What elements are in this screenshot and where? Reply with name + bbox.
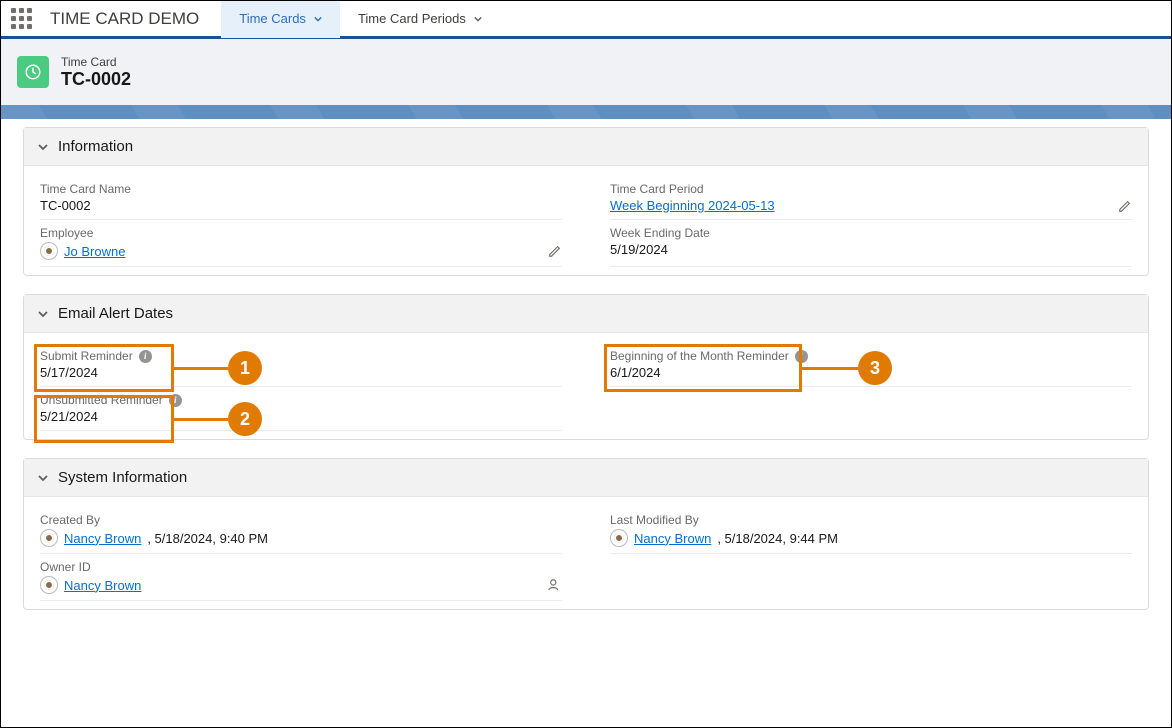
section-header-information[interactable]: Information — [24, 128, 1148, 166]
pencil-icon[interactable] — [1118, 199, 1132, 213]
section-system-information: System Information Created By Nancy Brow… — [23, 458, 1149, 610]
tab-time-card-periods[interactable]: Time Card Periods — [340, 0, 500, 38]
field-value: 5/17/2024 — [40, 365, 98, 380]
section-email-alert-dates: Email Alert Dates Submit Reminder i 5/17… — [23, 294, 1149, 440]
avatar — [610, 529, 628, 547]
field-value: 5/21/2024 — [40, 409, 98, 424]
avatar — [40, 242, 58, 260]
tab-time-cards[interactable]: Time Cards — [221, 0, 340, 38]
chevron-down-icon — [38, 473, 48, 483]
change-owner-icon[interactable] — [548, 578, 562, 592]
section-title: Information — [58, 138, 133, 155]
field-label: Employee — [40, 226, 562, 240]
employee-link[interactable]: Jo Browne — [64, 244, 125, 259]
decorative-band — [1, 105, 1171, 119]
time-card-period-link[interactable]: Week Beginning 2024-05-13 — [610, 198, 775, 213]
field-value: 5/19/2024 — [610, 242, 668, 257]
field-time-card-period: Time Card Period Week Beginning 2024-05-… — [610, 176, 1132, 220]
last-modified-timestamp: , 5/18/2024, 9:44 PM — [717, 531, 838, 546]
top-navigation: TIME CARD DEMO Time Cards Time Card Peri… — [1, 1, 1171, 39]
section-title: System Information — [58, 469, 187, 486]
field-unsubmitted-reminder: Unsubmitted Reminder i 5/21/2024 — [40, 387, 562, 431]
last-modified-by-link[interactable]: Nancy Brown — [634, 531, 711, 546]
section-header-system-info[interactable]: System Information — [24, 459, 1148, 497]
section-header-email-alerts[interactable]: Email Alert Dates — [24, 295, 1148, 333]
field-label: Last Modified By — [610, 513, 1132, 527]
info-icon[interactable]: i — [169, 394, 182, 407]
record-header: Time Card TC-0002 — [1, 39, 1171, 105]
chevron-down-icon — [38, 142, 48, 152]
record-name: TC-0002 — [61, 69, 131, 90]
field-owner-id: Owner ID Nancy Brown — [40, 554, 562, 601]
avatar — [40, 529, 58, 547]
field-beginning-month-reminder: Beginning of the Month Reminder i 6/1/20… — [610, 343, 1132, 387]
created-by-link[interactable]: Nancy Brown — [64, 531, 141, 546]
field-label: Unsubmitted Reminder — [40, 393, 163, 407]
field-time-card-name: Time Card Name TC-0002 — [40, 176, 562, 220]
section-title: Email Alert Dates — [58, 305, 173, 322]
avatar — [40, 576, 58, 594]
app-launcher-icon[interactable] — [11, 8, 32, 29]
field-last-modified-by: Last Modified By Nancy Brown , 5/18/2024… — [610, 507, 1132, 554]
record-type-label: Time Card — [61, 55, 131, 69]
field-label: Time Card Name — [40, 182, 562, 196]
field-employee: Employee Jo Browne — [40, 220, 562, 267]
owner-link[interactable]: Nancy Brown — [64, 578, 141, 593]
field-label: Beginning of the Month Reminder — [610, 349, 789, 363]
field-submit-reminder: Submit Reminder i 5/17/2024 — [40, 343, 562, 387]
pencil-icon[interactable] — [548, 244, 562, 258]
chevron-down-icon — [474, 15, 482, 23]
field-label: Time Card Period — [610, 182, 1132, 196]
chevron-down-icon — [314, 15, 322, 23]
field-label: Created By — [40, 513, 562, 527]
chevron-down-icon — [38, 309, 48, 319]
field-week-ending-date: Week Ending Date 5/19/2024 — [610, 220, 1132, 267]
info-icon[interactable]: i — [139, 350, 152, 363]
field-label: Week Ending Date — [610, 226, 1132, 240]
field-label: Owner ID — [40, 560, 562, 574]
field-label: Submit Reminder — [40, 349, 133, 363]
time-card-icon — [17, 56, 49, 88]
field-value: TC-0002 — [40, 198, 91, 213]
section-information: Information Time Card Name TC-0002 Time … — [23, 127, 1149, 276]
field-value: 6/1/2024 — [610, 365, 661, 380]
app-title: TIME CARD DEMO — [50, 9, 199, 29]
tab-label: Time Cards — [239, 11, 306, 26]
tab-label: Time Card Periods — [358, 11, 466, 26]
created-by-timestamp: , 5/18/2024, 9:40 PM — [147, 531, 268, 546]
info-icon[interactable]: i — [795, 350, 808, 363]
field-created-by: Created By Nancy Brown , 5/18/2024, 9:40… — [40, 507, 562, 554]
